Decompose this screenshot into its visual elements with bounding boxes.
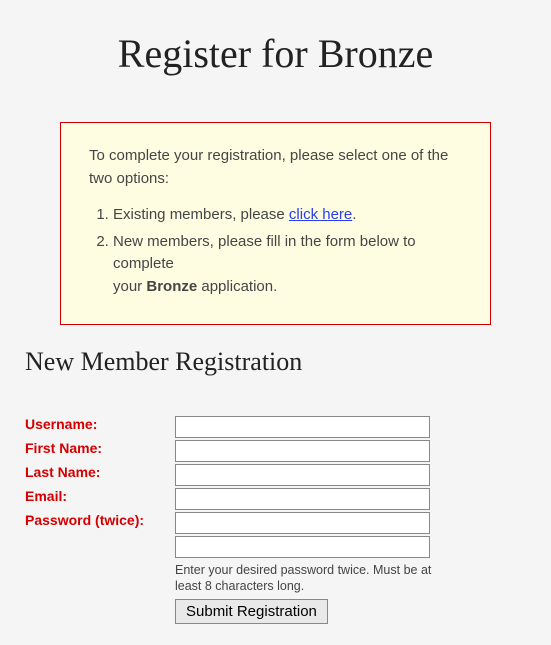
notice-box: To complete your registration, please se…: [60, 122, 491, 325]
notice-item2-line2b: application.: [197, 278, 277, 295]
email-field[interactable]: [175, 488, 430, 510]
username-field[interactable]: [175, 416, 430, 438]
notice-item1-suffix: .: [352, 206, 356, 223]
password-hint: Enter your desired password twice. Must …: [175, 562, 440, 595]
password-confirm-field[interactable]: [175, 536, 430, 558]
lastname-field[interactable]: [175, 464, 430, 486]
notice-plan-name: Bronze: [146, 278, 197, 295]
lastname-label: Last Name:: [25, 463, 175, 487]
registration-form: Username: First Name: Last Name: Email: …: [25, 415, 440, 625]
click-here-link[interactable]: click here: [289, 206, 352, 223]
notice-item1-prefix: Existing members, please: [113, 206, 289, 223]
notice-item2-line2a: your: [113, 278, 146, 295]
firstname-label: First Name:: [25, 439, 175, 463]
notice-item2-line1: New members, please fill in the form bel…: [113, 233, 416, 273]
password-label: Password (twice):: [25, 511, 175, 535]
email-label: Email:: [25, 487, 175, 511]
form-subtitle: New Member Registration: [25, 347, 526, 377]
notice-intro: To complete your registration, please se…: [89, 145, 462, 190]
username-label: Username:: [25, 415, 175, 439]
notice-item-existing: Existing members, please click here.: [113, 204, 462, 227]
password-field[interactable]: [175, 512, 430, 534]
page-title: Register for Bronze: [25, 30, 526, 77]
submit-button[interactable]: Submit Registration: [175, 599, 328, 624]
notice-item-new: New members, please fill in the form bel…: [113, 231, 462, 299]
notice-list: Existing members, please click here. New…: [89, 204, 462, 298]
firstname-field[interactable]: [175, 440, 430, 462]
